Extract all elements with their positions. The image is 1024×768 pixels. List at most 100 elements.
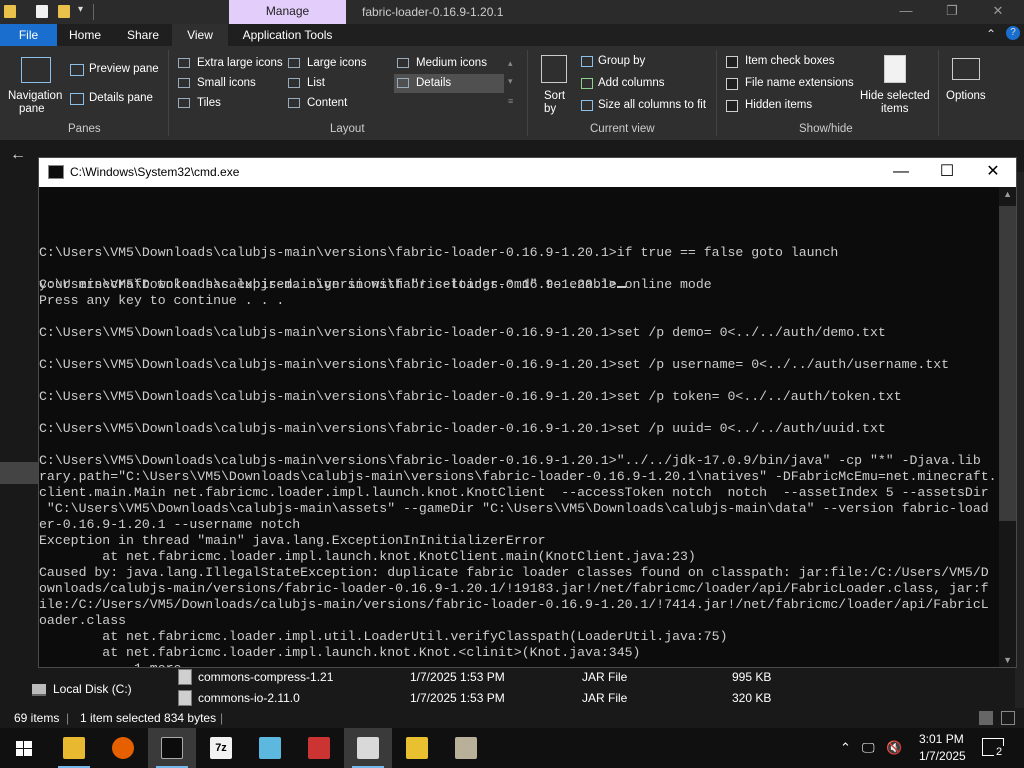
taskbar-cmd[interactable] — [148, 728, 196, 768]
add-columns-button[interactable]: Add columns — [598, 77, 664, 89]
sort-by-button[interactable]: Sort — [544, 90, 565, 102]
scroll-down-icon[interactable]: ▼ — [1003, 655, 1012, 665]
group-by-icon — [581, 56, 593, 67]
group-by-button[interactable]: Group by — [598, 55, 645, 67]
cmd-icon — [161, 737, 183, 759]
tab-view[interactable]: View — [172, 24, 228, 46]
hidden-items-checkbox[interactable] — [726, 100, 738, 112]
options-button[interactable]: Options — [946, 90, 986, 102]
extra-large-icons-icon — [178, 58, 190, 68]
nav-item-local-disk[interactable]: Local Disk (C:) — [53, 682, 132, 696]
divider: | — [220, 711, 224, 725]
layout-medium-icons[interactable]: Medium icons — [416, 57, 487, 69]
layout-details[interactable]: Details — [416, 77, 451, 89]
network-icon[interactable]: 🖵 — [862, 740, 875, 756]
explorer-title-bar: ▾ Manage fabric-loader-0.16.9-1.20.1 — ❐… — [0, 0, 1024, 24]
sort-icon — [541, 55, 567, 83]
back-arrow-icon[interactable]: ← — [10, 146, 26, 164]
nav-selected-item[interactable] — [0, 462, 38, 484]
tab-share[interactable]: Share — [115, 24, 171, 46]
show-hide-group-label: Show/hide — [799, 123, 853, 135]
file-row[interactable]: commons-compress-1.21 1/7/2025 1:53 PM J… — [176, 668, 816, 688]
preview-pane-button[interactable]: Preview pane — [89, 63, 159, 75]
clock-time[interactable]: 3:01 PM — [919, 732, 964, 746]
properties-icon[interactable] — [36, 5, 48, 18]
restore-button[interactable]: ❐ — [929, 0, 975, 24]
tab-file[interactable]: File — [0, 24, 57, 46]
show-hidden-icons-icon[interactable]: ⌃ — [840, 740, 851, 756]
file-row[interactable]: commons-io-2.11.0 1/7/2025 1:53 PM JAR F… — [176, 689, 816, 709]
collapse-ribbon-icon[interactable]: ⌃ — [986, 27, 996, 41]
details-pane-button[interactable]: Details pane — [89, 92, 153, 104]
item-count: 69 items — [14, 711, 60, 725]
cmd-scrollbar-thumb[interactable] — [999, 206, 1016, 521]
volume-muted-icon[interactable]: 🔇 — [886, 740, 902, 756]
7zip-icon: 7z — [210, 737, 232, 759]
file-size: 995 KB — [732, 670, 772, 684]
layout-expand-icon[interactable]: ≡ — [508, 96, 513, 106]
console-line: C:\Users\VM5\Downloads\calubjs-main\vers… — [39, 357, 950, 372]
taskbar-7zip[interactable]: 7z — [197, 728, 245, 768]
layout-extra-large-icons[interactable]: Extra large icons — [197, 57, 283, 69]
console-line: at net.fabricmc.loader.impl.util.LoaderU… — [39, 629, 728, 644]
taskbar-file-explorer[interactable] — [50, 728, 98, 768]
layout-tiles[interactable]: Tiles — [197, 97, 221, 109]
cmd-window[interactable]: C:\Windows\System32\cmd.exe — ☐ ✕ C:\Use… — [38, 157, 1017, 668]
console-line: oader.class — [39, 613, 127, 628]
clock-date[interactable]: 1/7/2025 — [919, 749, 966, 763]
cmd-minimize-button[interactable]: — — [878, 161, 924, 185]
console-line: ile:/C:/Users/VM5/Downloads/calubjs-main… — [39, 597, 989, 612]
layout-large-icons[interactable]: Large icons — [307, 57, 366, 69]
size-columns-icon — [581, 100, 593, 111]
close-button[interactable]: ✕ — [975, 0, 1021, 24]
file-extensions-checkbox[interactable] — [726, 78, 738, 90]
large-icons-view-toggle[interactable] — [1001, 711, 1015, 725]
console-output[interactable]: C:\Users\VM5\Downloads\calubjs-main\vers… — [39, 197, 999, 667]
taskbar-app[interactable] — [295, 728, 343, 768]
tab-manage[interactable]: Manage — [229, 0, 346, 24]
taskbar-app2[interactable] — [442, 728, 490, 768]
help-icon[interactable]: ? — [1006, 26, 1020, 40]
file-size: 320 KB — [732, 691, 772, 705]
cmd-maximize-button[interactable]: ☐ — [924, 161, 970, 185]
chevron-down-icon[interactable]: ▾ — [78, 4, 83, 15]
console-line: C:\Users\VM5\Downloads\calubjs-main\vers… — [39, 421, 886, 436]
taskbar-notepad[interactable] — [246, 728, 294, 768]
cmd-close-button[interactable]: ✕ — [970, 161, 1016, 185]
console-line: ... 1 more — [39, 661, 999, 667]
windows-logo-icon — [16, 741, 32, 756]
status-bar: 69 items | 1 item selected 834 bytes | — [0, 708, 1024, 728]
cmd-title-bar[interactable]: C:\Windows\System32\cmd.exe — ☐ ✕ — [39, 158, 1016, 187]
item-checkboxes-checkbox[interactable] — [726, 56, 738, 68]
layout-small-icons[interactable]: Small icons — [197, 77, 256, 89]
file-type: JAR File — [582, 691, 628, 705]
layout-scroll-up-icon[interactable]: ▴ — [508, 58, 513, 69]
folder-icon[interactable] — [4, 5, 16, 18]
layout-content[interactable]: Content — [307, 97, 347, 109]
console-lines: C:\Users\VM5\Downloads\calubjs-main\vers… — [39, 229, 999, 667]
taskbar-minecraft-launcher[interactable] — [344, 728, 392, 768]
details-view-toggle[interactable] — [979, 711, 993, 725]
hide-selected-label[interactable]: items — [881, 103, 908, 115]
hide-selected-button[interactable]: Hide selected — [860, 90, 930, 102]
new-folder-icon[interactable] — [58, 5, 70, 18]
console-line: Caused by: java.lang.IllegalStateExcepti… — [39, 565, 989, 580]
tab-home[interactable]: Home — [57, 24, 113, 46]
size-all-columns-button[interactable]: Size all columns to fit — [598, 99, 706, 111]
minimize-button[interactable]: — — [883, 0, 929, 24]
layout-list[interactable]: List — [307, 77, 325, 89]
window-title: fabric-loader-0.16.9-1.20.1 — [362, 5, 504, 19]
navigation-pane-button[interactable]: Navigation — [8, 90, 62, 102]
tab-application-tools[interactable]: Application Tools — [230, 24, 345, 46]
sort-by-label[interactable]: by — [544, 103, 556, 115]
scroll-up-icon[interactable]: ▲ — [1003, 189, 1012, 199]
taskbar-winrar[interactable] — [393, 728, 441, 768]
layout-scroll-down-icon[interactable]: ▾ — [508, 76, 513, 87]
app-icon — [455, 737, 477, 759]
navigation-pane-label[interactable]: pane — [19, 103, 45, 115]
console-line: C:\Users\VM5\Downloads\calubjs-main\vers… — [39, 245, 839, 260]
taskbar-firefox[interactable] — [99, 728, 147, 768]
start-button[interactable] — [0, 728, 48, 768]
